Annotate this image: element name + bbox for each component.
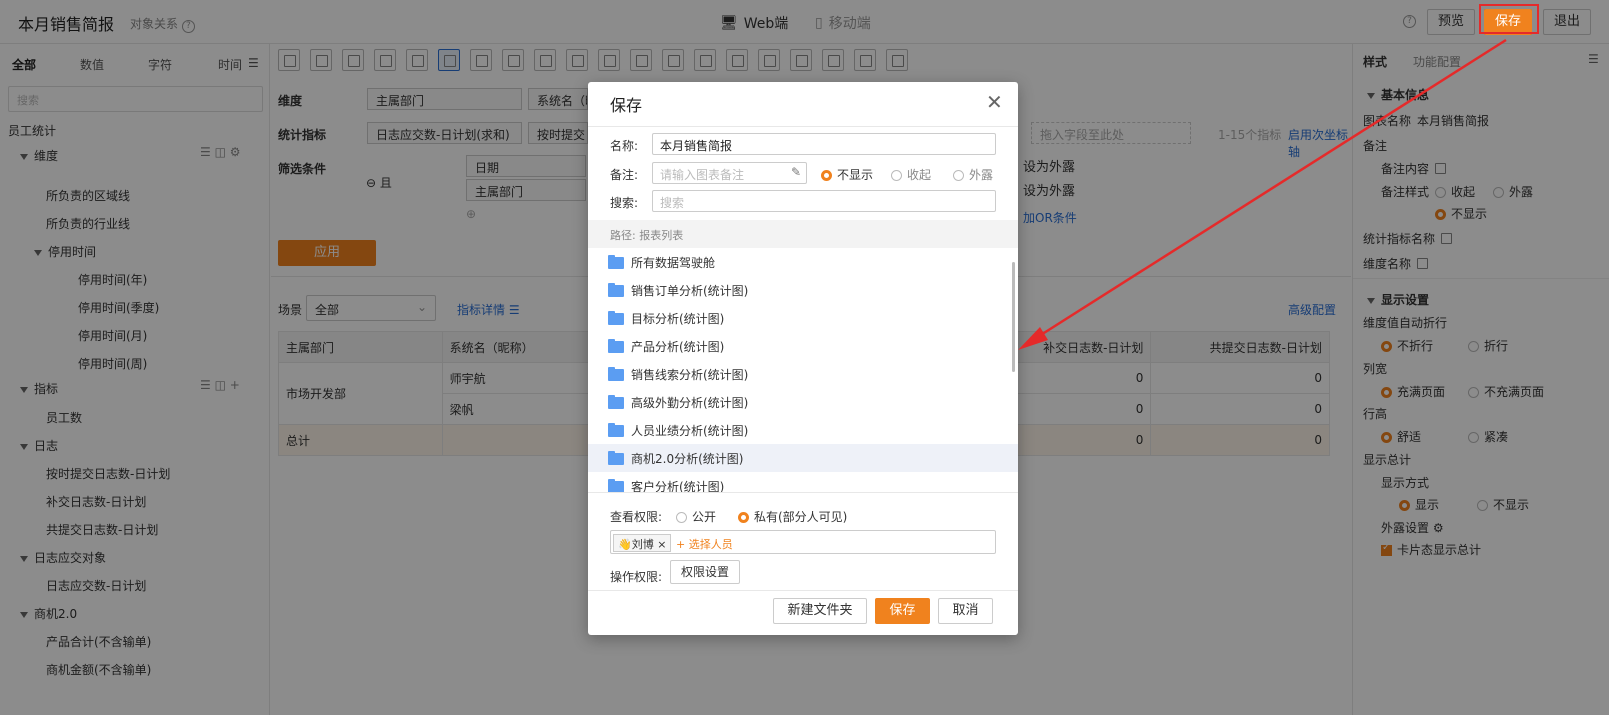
radio-public[interactable]: 公开 xyxy=(676,508,716,525)
new-folder-button[interactable]: 新建文件夹 xyxy=(773,598,867,624)
folder-search-input[interactable]: 搜索 xyxy=(652,190,996,212)
permission-setting-button[interactable]: 权限设置 xyxy=(670,560,740,584)
person-tag: 👋刘博 × xyxy=(613,534,672,552)
select-person-link[interactable]: + 选择人员 xyxy=(676,536,733,552)
search-label: 搜索: xyxy=(610,196,639,210)
folder-item[interactable]: 所有数据驾驶舱 xyxy=(588,248,1018,276)
folder-item[interactable]: 目标分析(统计图) xyxy=(588,304,1018,332)
view-perm-label: 查看权限: xyxy=(610,510,663,524)
dialog-title: 保存 xyxy=(610,96,643,115)
folder-item[interactable]: 销售线索分析(统计图) xyxy=(588,360,1018,388)
folder-item[interactable]: 商机2.0分析(统计图) xyxy=(588,444,1018,472)
folder-icon xyxy=(608,367,624,381)
folder-item[interactable]: 人员业绩分析(统计图) xyxy=(588,416,1018,444)
name-label: 名称: xyxy=(610,139,639,153)
folder-icon xyxy=(608,339,624,353)
folder-icon xyxy=(608,451,624,465)
divider xyxy=(588,126,1018,127)
op-perm-label: 操作权限: xyxy=(610,570,663,584)
name-input[interactable]: 本月销售简报 xyxy=(652,133,996,155)
folder-list: 所有数据驾驶舱 销售订单分析(统计图) 目标分析(统计图) 产品分析(统计图) 销售线索… xyxy=(588,248,1018,492)
dialog-cancel-button[interactable]: 取消 xyxy=(938,598,993,624)
folder-icon xyxy=(608,479,624,492)
folder-icon xyxy=(608,311,624,325)
folder-item[interactable]: 销售订单分析(统计图) xyxy=(588,276,1018,304)
dialog-save-button[interactable]: 保存 xyxy=(875,598,930,624)
avatar: 👋 xyxy=(618,538,632,551)
remark-label: 备注: xyxy=(610,168,639,182)
folder-item[interactable]: 客户分析(统计图) xyxy=(588,472,1018,492)
folder-icon xyxy=(608,283,624,297)
breadcrumb: 路径: 报表列表 xyxy=(588,220,1018,248)
annotation-highlight-box xyxy=(1479,4,1539,34)
divider xyxy=(588,590,1018,591)
folder-item[interactable]: 高级外勤分析(统计图) xyxy=(588,388,1018,416)
radio-not-show[interactable]: 不显示 xyxy=(821,166,873,183)
save-dialog: 保存 ✕ 名称: 本月销售简报 备注: 请输入图表备注 ✎ 不显示 收起 外露 搜… xyxy=(588,82,1018,635)
scrollbar[interactable] xyxy=(1012,262,1015,372)
folder-icon xyxy=(608,395,624,409)
folder-icon xyxy=(608,255,624,269)
remove-icon[interactable]: × xyxy=(657,538,666,551)
close-icon[interactable]: ✕ xyxy=(986,90,1003,114)
remark-input[interactable]: 请输入图表备注 ✎ xyxy=(652,162,807,184)
radio-expose[interactable]: 外露 xyxy=(953,166,993,183)
pencil-icon: ✎ xyxy=(790,165,801,179)
radio-collapse[interactable]: 收起 xyxy=(891,166,931,183)
divider xyxy=(588,492,1018,493)
folder-icon xyxy=(608,423,624,437)
radio-private[interactable]: 私有(部分人可见) xyxy=(738,508,847,525)
folder-item[interactable]: 产品分析(统计图) xyxy=(588,332,1018,360)
